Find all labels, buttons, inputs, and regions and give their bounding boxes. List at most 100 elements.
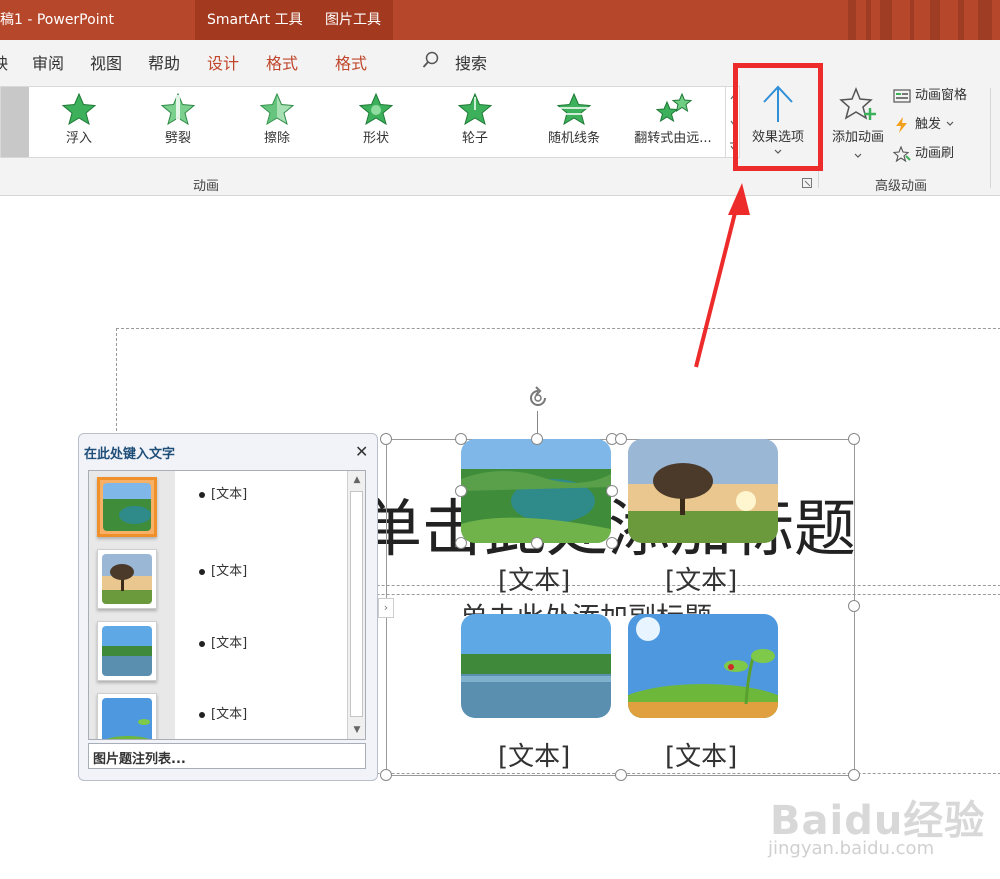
resize-handle[interactable] (615, 769, 627, 781)
resize-handle[interactable] (606, 485, 618, 497)
add-animation-label: 添加动画 (831, 130, 884, 145)
annotation-highlight-box (733, 63, 823, 171)
thumbnail-lake-island[interactable] (97, 477, 157, 537)
picture-sprout[interactable] (628, 614, 778, 718)
thumbnail-image (102, 698, 152, 739)
picture-caption[interactable]: [文本] (665, 736, 737, 773)
trigger-label: 触发 (915, 117, 942, 132)
picture-river[interactable] (461, 614, 611, 718)
animation-random-bars[interactable]: 随机线条 (524, 93, 624, 146)
smartart-tools-tab[interactable]: SmartArt 工具 (207, 9, 303, 29)
sprout-image (628, 614, 778, 718)
text-pane-toggle[interactable]: › (378, 598, 394, 618)
animation-label: 劈裂 (164, 131, 191, 146)
scroll-down-icon[interactable]: ▼ (348, 721, 365, 739)
resize-handle[interactable] (531, 537, 543, 549)
text-pane-item[interactable]: [文本] (199, 483, 247, 502)
picture-lake-island[interactable] (461, 439, 611, 543)
thumbnail-sprout[interactable] (97, 693, 157, 739)
rotate-handle-icon[interactable] (525, 385, 551, 411)
animation-pane-label: 动画窗格 (915, 88, 968, 103)
titlebar-decoration (848, 0, 856, 40)
text-pane-item[interactable]: [文本] (199, 632, 247, 651)
trigger-button[interactable]: 触发 (893, 115, 955, 135)
thumbnail-image (102, 626, 152, 676)
tab-format-smartart[interactable]: 格式 (266, 50, 298, 74)
resize-handle[interactable] (380, 433, 392, 445)
gallery-previous-item[interactable] (1, 87, 29, 157)
resize-handle[interactable] (848, 769, 860, 781)
picture-caption[interactable]: [文本] (498, 736, 570, 773)
animation-label: 轮子 (461, 131, 488, 146)
dialog-launcher-icon[interactable] (802, 178, 812, 188)
star-wheel-icon (458, 93, 492, 125)
tab-review[interactable]: 审阅 (32, 50, 64, 74)
river-image (461, 614, 611, 718)
animation-float-in[interactable]: 浮入 (29, 93, 129, 146)
resize-handle[interactable] (455, 433, 467, 445)
animation-pane-button[interactable]: 动画窗格 (893, 86, 967, 106)
resize-handle[interactable] (531, 433, 543, 445)
thumbnail-river[interactable] (97, 621, 157, 681)
tree-thumbnail-image (102, 554, 152, 604)
text-pane-scrollbar[interactable]: ▲ ▼ (347, 471, 365, 739)
text-pane-item-label: [文本] (211, 636, 248, 651)
animation-painter-button[interactable]: 动画刷 (893, 144, 954, 164)
animation-label: 浮入 (65, 131, 92, 146)
animation-wheel[interactable]: 轮子 (425, 93, 525, 146)
resize-handle[interactable] (455, 485, 467, 497)
star-grow-turn-icon (655, 93, 693, 123)
animation-wipe[interactable]: 擦除 (227, 93, 327, 146)
scroll-up-icon[interactable]: ▲ (348, 471, 365, 489)
thumbnail-tree[interactable] (97, 549, 157, 609)
animation-label: 形状 (362, 131, 389, 146)
titlebar-decoration (958, 0, 964, 40)
lake-thumbnail-image (103, 483, 151, 531)
animation-grow-turn[interactable]: 翻转式由远... (623, 93, 723, 146)
resize-handle[interactable] (380, 769, 392, 781)
animation-label: 翻转式由远... (634, 131, 712, 146)
search-icon[interactable] (422, 51, 440, 69)
close-icon[interactable]: ✕ (355, 442, 368, 461)
resize-handle[interactable] (848, 433, 860, 445)
animation-painter-icon (893, 145, 911, 162)
add-animation-button[interactable]: 添加动画 (826, 86, 890, 164)
picture-tools-tab[interactable]: 图片工具 (325, 9, 381, 29)
text-pane-item[interactable]: [文本] (199, 560, 247, 579)
scrollbar-thumb[interactable] (350, 491, 363, 717)
thumbnail-image (102, 554, 152, 604)
add-star-icon (839, 86, 876, 120)
star-split-icon (161, 93, 195, 125)
picture-caption[interactable]: [文本] (498, 560, 570, 597)
titlebar-decoration (866, 0, 871, 40)
resize-handle[interactable] (615, 433, 627, 445)
text-pane-item[interactable]: [文本] (199, 703, 247, 722)
animation-pane-icon (893, 88, 911, 103)
animation-shape[interactable]: 形状 (326, 93, 426, 146)
picture-caption[interactable]: [文本] (665, 560, 737, 597)
search-label[interactable]: 搜索 (455, 50, 487, 74)
picture-tree-sunset[interactable] (628, 439, 778, 543)
tab-slideshow[interactable]: 映 (0, 50, 8, 74)
lake-island-image (461, 439, 611, 543)
animation-split[interactable]: 劈裂 (128, 93, 228, 146)
powerpoint-window: { "titlebar": { "doc_title": "稿1 - Power… (0, 0, 1000, 879)
tab-design[interactable]: 设计 (207, 50, 239, 74)
ribbon-tab-row: 映 审阅 视图 帮助 设计 格式 格式 搜索 (0, 40, 1000, 80)
context-tab-group: SmartArt 工具 图片工具 (195, 0, 393, 40)
text-pane-item-label: [文本] (211, 564, 248, 579)
tab-help[interactable]: 帮助 (148, 50, 180, 74)
document-title: 稿1 - PowerPoint (0, 12, 114, 28)
picture-caption-list-button[interactable]: 图片题注列表... (88, 743, 366, 769)
tab-view[interactable]: 视图 (90, 50, 122, 74)
tab-format-picture[interactable]: 格式 (335, 50, 367, 74)
resize-handle[interactable] (455, 537, 467, 549)
lightning-icon (896, 116, 907, 133)
river-thumbnail-image (102, 626, 152, 676)
chevron-down-icon (854, 153, 862, 158)
chevron-down-icon (946, 121, 954, 126)
animation-painter-label: 动画刷 (915, 146, 955, 161)
resize-handle[interactable] (606, 537, 618, 549)
ribbon-divider (990, 88, 991, 188)
resize-handle[interactable] (848, 600, 860, 612)
